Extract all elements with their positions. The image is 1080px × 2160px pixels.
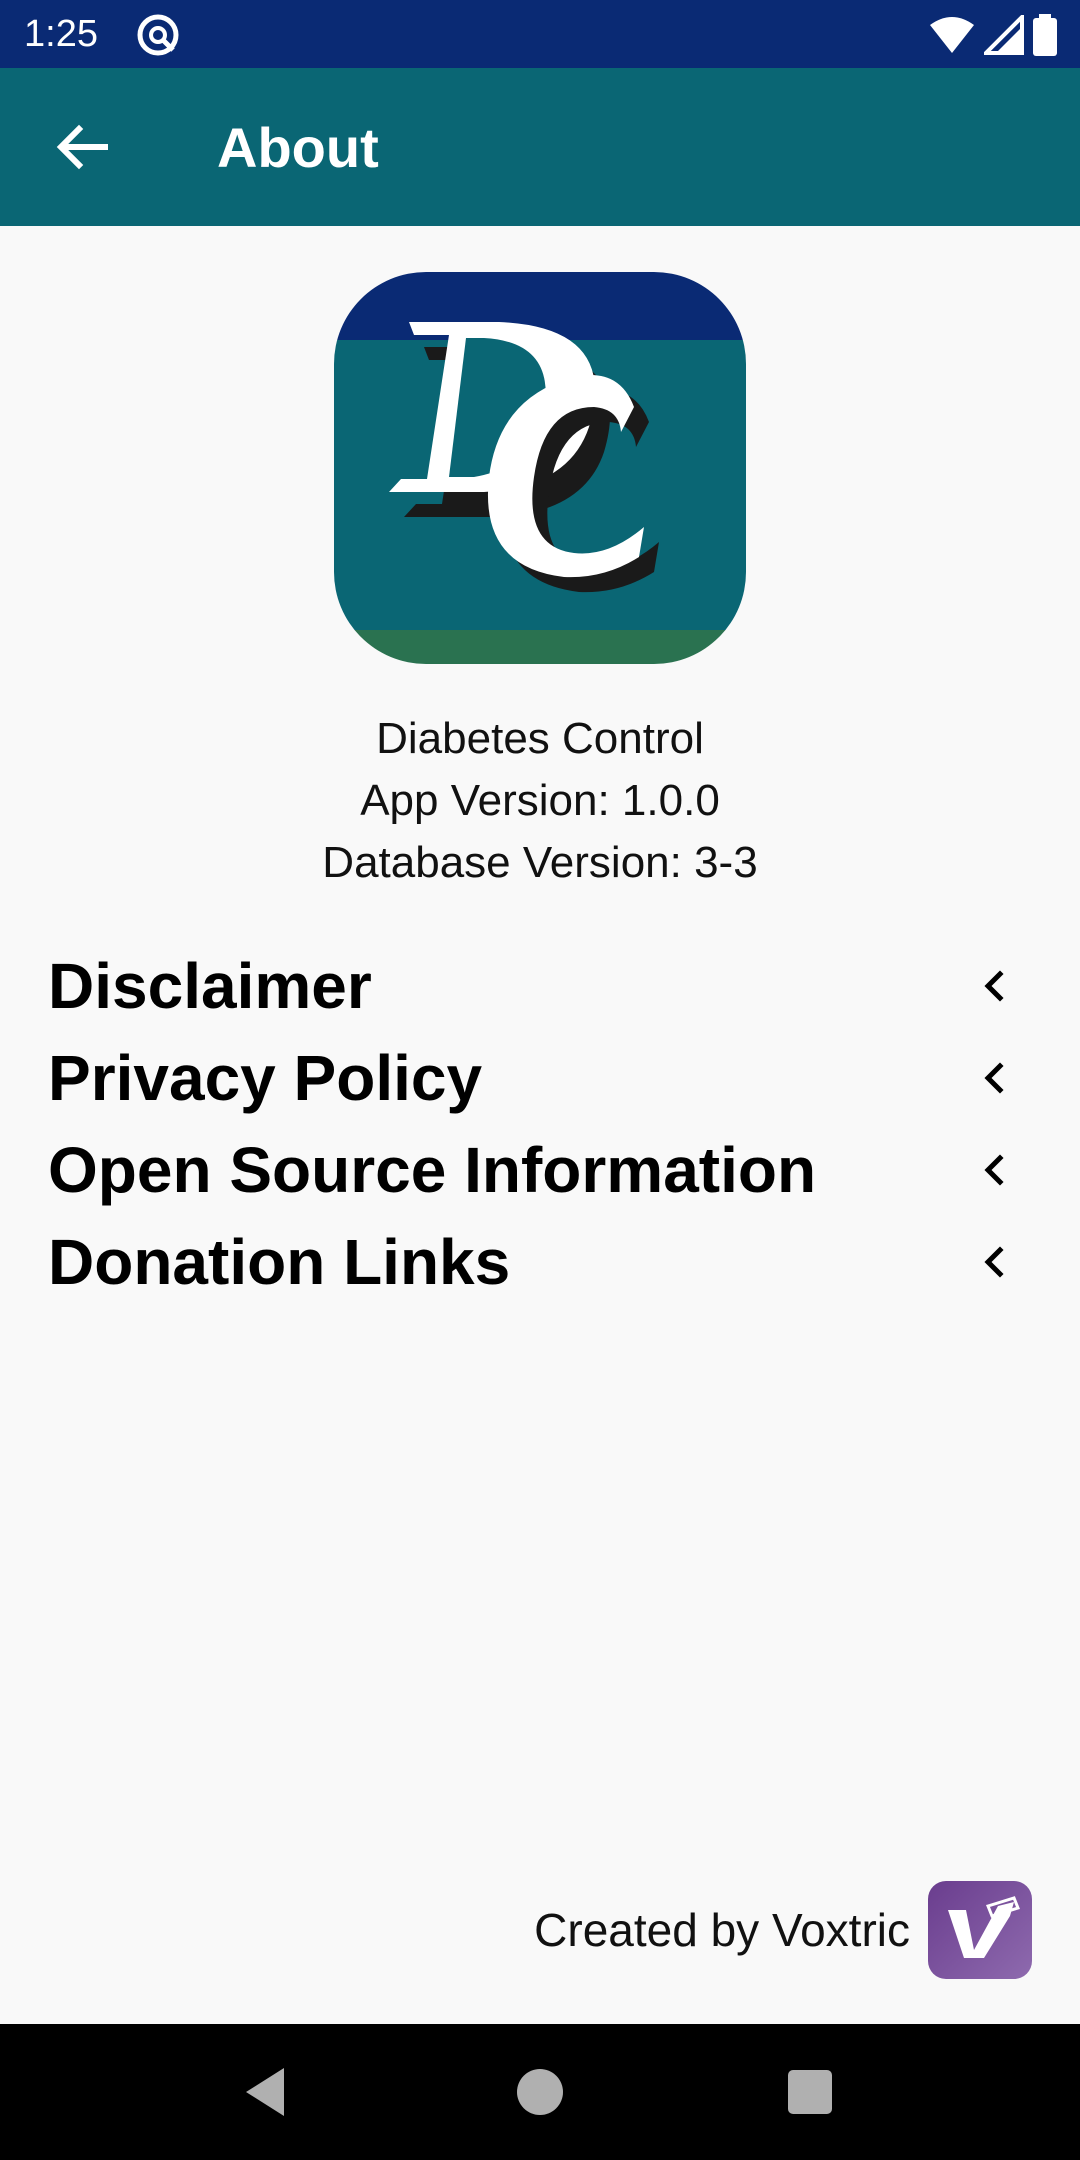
app-bar: About: [0, 68, 1080, 226]
nav-home-icon[interactable]: [510, 2062, 570, 2122]
notification-at-icon: [137, 14, 179, 56]
status-time: 1:25: [24, 13, 98, 55]
voxtric-logo-icon: [948, 1896, 1020, 1958]
menu-item-open-source[interactable]: Open Source Information: [48, 1124, 1028, 1216]
menu-item-label: Disclaimer: [48, 950, 372, 1022]
menu-item-disclaimer[interactable]: Disclaimer: [48, 940, 1028, 1032]
signal-icon: [984, 15, 1024, 55]
page-title: About: [217, 116, 379, 179]
credit-text: Created by Voxtric: [534, 1904, 910, 1956]
menu-item-label: Donation Links: [48, 1226, 511, 1298]
battery-icon: [1033, 14, 1057, 56]
nav-back-icon[interactable]: [236, 2062, 296, 2122]
app-name: Diabetes Control: [376, 714, 704, 763]
status-bar: 1:25: [0, 0, 1080, 68]
back-button[interactable]: [40, 108, 126, 186]
chevron-left-icon: [984, 970, 1004, 1002]
system-nav-bar: [0, 2024, 1080, 2160]
app-info: Diabetes Control App Version: 1.0.0 Data…: [0, 708, 1080, 894]
voxtric-logo-button[interactable]: [928, 1881, 1032, 1979]
nav-recents-icon[interactable]: [780, 2062, 840, 2122]
chevron-left-icon: [984, 1062, 1004, 1094]
menu-item-label: Privacy Policy: [48, 1042, 483, 1114]
app-logo: [334, 272, 746, 664]
arrow-left-icon: [56, 124, 108, 170]
menu-item-privacy-policy[interactable]: Privacy Policy: [48, 1032, 1028, 1124]
credit-row: Created by Voxtric: [534, 1880, 1032, 1980]
status-icons: [928, 12, 1058, 58]
database-version: Database Version: 3-3: [322, 838, 758, 887]
menu-item-donation-links[interactable]: Donation Links: [48, 1216, 1028, 1308]
chevron-left-icon: [984, 1154, 1004, 1186]
app-version: App Version: 1.0.0: [360, 776, 720, 825]
chevron-left-icon: [984, 1246, 1004, 1278]
wifi-icon: [930, 17, 974, 53]
menu-item-label: Open Source Information: [48, 1134, 817, 1206]
about-menu: Disclaimer Privacy Policy Open Source In…: [48, 940, 1028, 1308]
